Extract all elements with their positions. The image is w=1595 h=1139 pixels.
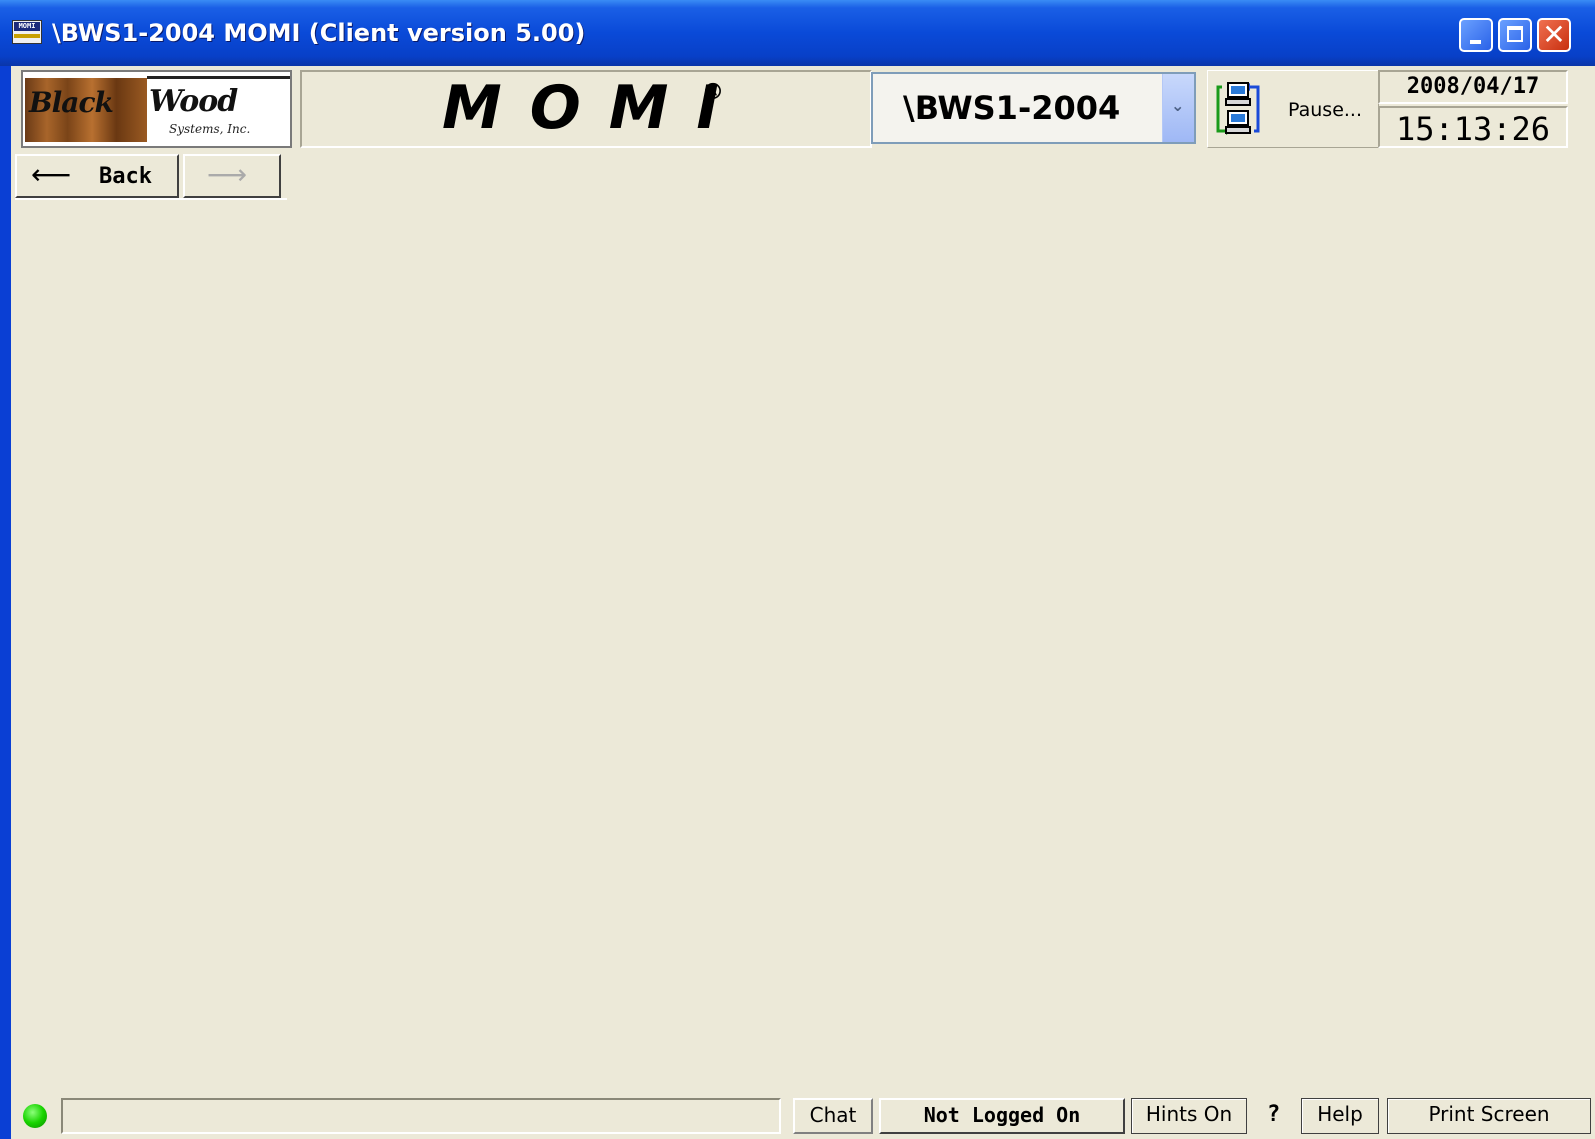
server-select[interactable]: \BWS1-2004 ⌄ <box>871 72 1196 144</box>
forward-button[interactable]: ⟶ <box>183 154 281 198</box>
app-window: MOMI \BWS1-2004 MOMI (Client version 5.0… <box>0 0 1595 1139</box>
logo-rule <box>147 76 290 79</box>
date-display: 2008/04/17 <box>1378 70 1568 104</box>
minimize-icon <box>1470 40 1481 44</box>
logo-tagline: Systems, Inc. <box>169 122 251 136</box>
computers-sync-icon <box>1216 82 1260 135</box>
time-value: 15:13:26 <box>1395 110 1551 148</box>
chevron-down-icon: ⌄ <box>1171 96 1185 115</box>
status-message-field <box>61 1098 781 1134</box>
back-arrow-icon: ⟵ <box>31 158 72 191</box>
hints-toggle-button[interactable]: Hints On <box>1131 1098 1247 1134</box>
date-value: 2008/04/17 <box>1406 74 1540 99</box>
logo-word-wood: Wood <box>149 84 238 119</box>
status-bar: Chat Not Logged On Hints On ? Help Print… <box>11 1092 1595 1139</box>
connection-label: Pause... <box>1288 99 1362 121</box>
chat-button[interactable]: Chat <box>793 1098 873 1134</box>
server-select-value: \BWS1-2004 <box>903 89 1121 127</box>
app-icon-label: MOMI <box>14 22 40 31</box>
nav-divider <box>15 198 287 200</box>
client-area: Black Wood Systems, Inc. MOMI ® \BWS1-20… <box>11 66 1595 1139</box>
momi-app-icon[interactable]: MOMI <box>12 20 42 44</box>
time-display: 15:13:26 <box>1378 106 1568 148</box>
product-banner: MOMI ® <box>300 70 872 148</box>
print-screen-button[interactable]: Print Screen <box>1387 1098 1591 1134</box>
maximize-icon <box>1507 26 1523 42</box>
close-button[interactable]: ✕ <box>1537 18 1571 52</box>
help-button[interactable]: Help <box>1301 1098 1379 1134</box>
blackwood-logo: Black Wood Systems, Inc. <box>21 70 292 148</box>
logo-word-black: Black <box>29 86 114 119</box>
window-title: \BWS1-2004 MOMI (Client version 5.00) <box>52 19 586 47</box>
login-button[interactable]: Not Logged On <box>879 1098 1125 1134</box>
context-help-button[interactable]: ? <box>1267 1102 1280 1127</box>
status-led-icon <box>23 1104 47 1128</box>
forward-arrow-icon: ⟶ <box>207 158 248 191</box>
title-bar[interactable]: MOMI \BWS1-2004 MOMI (Client version 5.0… <box>0 0 1595 66</box>
server-select-dropdown-button[interactable]: ⌄ <box>1162 74 1194 142</box>
minimize-button[interactable] <box>1459 18 1493 52</box>
close-icon: ✕ <box>1542 18 1566 51</box>
registered-mark: ® <box>702 80 724 105</box>
maximize-button[interactable] <box>1498 18 1532 52</box>
connection-status[interactable]: Pause... <box>1207 70 1379 148</box>
back-label: Back <box>99 164 152 189</box>
back-button[interactable]: ⟵ Back <box>15 154 179 198</box>
app-icon-bar <box>14 34 40 38</box>
